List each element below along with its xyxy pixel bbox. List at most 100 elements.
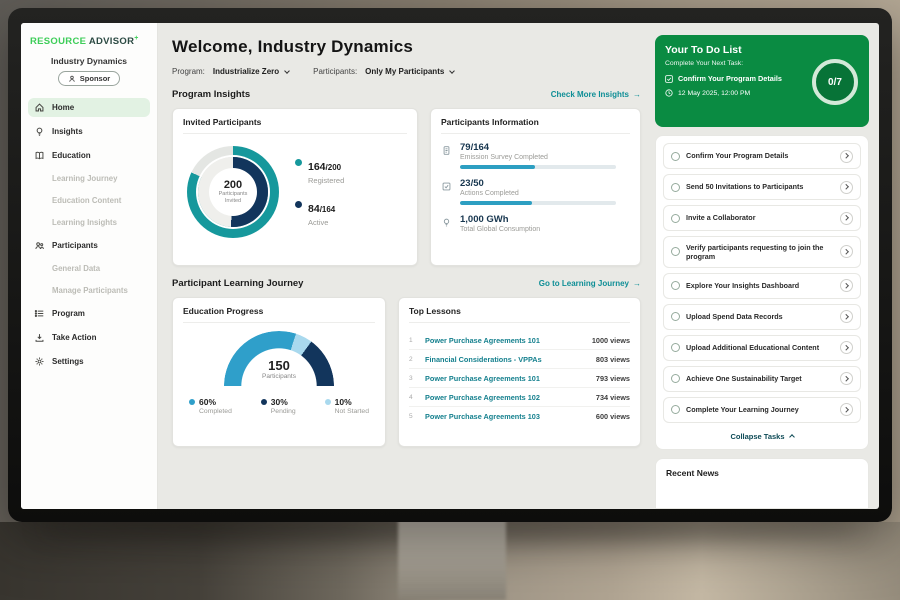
section-title-learning-journey: Participant Learning Journey [172,278,303,289]
program-insights-header: Program Insights Check More Insights → [172,89,641,100]
task-row[interactable]: Invite a Collaborator [663,205,861,231]
chevron-right-icon [844,249,849,254]
sidebar-item-program[interactable]: Program [28,304,150,323]
task-open-button[interactable] [840,279,853,292]
task-row[interactable]: Send 50 Invitations to Participants [663,174,861,200]
sidebar-item-learning-insights[interactable]: Learning Insights [28,214,150,231]
legend-dot [295,159,302,166]
task-row[interactable]: Explore Your Insights Dashboard [663,273,861,299]
task-row[interactable]: Complete Your Learning Journey [663,397,861,423]
participants-information-card: Participants Information 79/164 Emission… [430,108,641,266]
sidebar-nav: Home Insights Education Learning Journey… [28,98,150,371]
legend-registered: 164/200 Registered [295,157,344,185]
task-open-button[interactable] [840,245,853,258]
task-open-button[interactable] [840,150,853,163]
check-more-insights-link[interactable]: Check More Insights → [551,90,641,99]
lesson-link[interactable]: Power Purchase Agreements 101 [425,336,584,345]
sidebar-item-learning-journey[interactable]: Learning Journey [28,170,150,187]
task-checkbox[interactable] [671,343,680,352]
lesson-row: 1 Power Purchase Agreements 101 1000 vie… [409,331,630,350]
task-open-button[interactable] [840,310,853,323]
go-to-learning-journey-link[interactable]: Go to Learning Journey → [539,279,641,288]
chevron-right-icon [844,314,849,319]
task-open-button[interactable] [840,372,853,385]
legend-dot [261,399,267,405]
task-checkbox[interactable] [671,214,680,223]
task-checkbox[interactable] [671,281,680,290]
task-checkbox[interactable] [671,152,680,161]
task-checkbox[interactable] [671,247,680,256]
sidebar: RESOURCE ADVISOR+ Industry Dynamics Spon… [21,23,158,509]
education-gauge-chart: 150 Participants [224,331,334,389]
todo-summary-card: Your To Do List Complete Your Next Task:… [655,35,869,127]
todo-next-time: 12 May 2025, 12:00 PM [665,89,803,97]
todo-progress-ring: 0/7 [812,59,858,105]
learning-journey-header: Participant Learning Journey Go to Learn… [172,278,641,289]
program-select[interactable]: Industrialize Zero [213,67,289,76]
arrow-right-icon: → [633,279,641,288]
bulb-icon [441,215,452,226]
home-icon [34,102,45,113]
nav-label: Insights [52,127,83,136]
lesson-link[interactable]: Power Purchase Agreements 101 [425,374,588,383]
sidebar-item-insights[interactable]: Insights [28,122,150,141]
nav-label: Home [52,103,74,112]
education-progress-card: Education Progress 150 Participants 60% … [172,297,386,447]
nav-label: Take Action [52,333,96,342]
sidebar-item-settings[interactable]: Settings [28,352,150,371]
recent-news-title: Recent News [666,468,719,478]
task-row[interactable]: Verify participants requesting to join t… [663,236,861,268]
task-open-button[interactable] [840,341,853,354]
task-row[interactable]: Confirm Your Program Details [663,143,861,169]
task-open-button[interactable] [840,181,853,194]
legend-dot [189,399,195,405]
chevron-up-icon [789,434,795,440]
task-checkbox[interactable] [671,405,680,414]
task-checkbox[interactable] [671,183,680,192]
education-legend: 60% Completed 30% Pending 10% Not Starte… [183,397,375,415]
chevron-down-icon [449,68,455,74]
participants-select[interactable]: Only My Participants [365,67,454,76]
todo-next-task[interactable]: Confirm Your Program Details [665,74,803,83]
checklist-icon [441,179,452,190]
sidebar-item-general-data[interactable]: General Data [28,260,150,277]
task-checkbox[interactable] [671,312,680,321]
task-list: Confirm Your Program Details Send 50 Inv… [655,135,869,450]
sidebar-item-education[interactable]: Education [28,146,150,165]
sidebar-item-home[interactable]: Home [28,98,150,117]
lesson-row: 3 Power Purchase Agreements 101 793 view… [409,369,630,388]
lesson-link[interactable]: Power Purchase Agreements 102 [425,393,588,402]
sponsor-badge[interactable]: Sponsor [58,71,120,86]
lesson-link[interactable]: Financial Considerations - VPPAs [425,355,588,364]
invited-participants-card: Invited Participants 200 ParticipantsInv… [172,108,418,266]
task-open-button[interactable] [840,403,853,416]
lesson-row: 2 Financial Considerations - VPPAs 803 v… [409,350,630,369]
sidebar-item-education-content[interactable]: Education Content [28,192,150,209]
task-row[interactable]: Achieve One Sustainability Target [663,366,861,392]
survey-icon [441,143,452,154]
brand-logo: RESOURCE ADVISOR+ [28,33,150,55]
emission-progress-bar [460,165,616,169]
task-open-button[interactable] [840,212,853,225]
lesson-link[interactable]: Power Purchase Agreements 103 [425,412,588,421]
invited-count: 200 [224,179,242,191]
legend-completed: 60% Completed [189,397,232,415]
task-checkbox[interactable] [671,374,680,383]
task-row[interactable]: Upload Spend Data Records [663,304,861,330]
task-row[interactable]: Upload Additional Educational Content [663,335,861,361]
nav-label: Education [52,151,91,160]
insights-cards-row: Invited Participants 200 ParticipantsInv… [172,108,641,266]
legend-active: 84/164 Active [295,199,344,227]
sidebar-item-manage-participants[interactable]: Manage Participants [28,282,150,299]
org-name: Industry Dynamics [28,56,150,66]
program-filter-label: Program: [172,67,205,76]
person-icon [68,75,76,83]
nav-label: Participants [52,241,98,250]
download-icon [34,332,45,343]
sponsor-label: Sponsor [80,74,110,83]
sidebar-item-take-action[interactable]: Take Action [28,328,150,347]
collapse-tasks-link[interactable]: Collapse Tasks [663,428,861,446]
legend-dot [325,399,331,405]
clock-icon [665,89,673,97]
sidebar-item-participants[interactable]: Participants [28,236,150,255]
